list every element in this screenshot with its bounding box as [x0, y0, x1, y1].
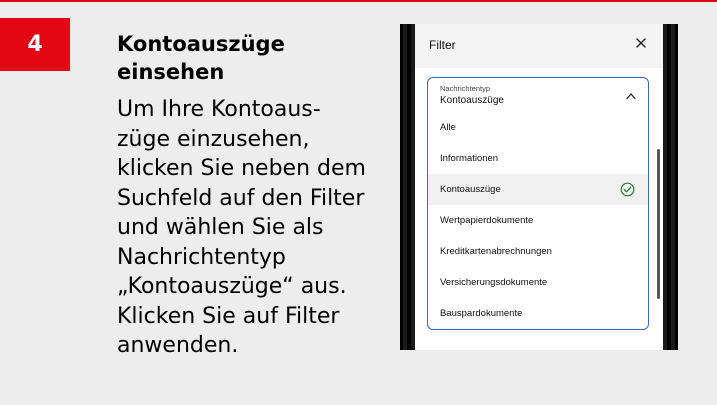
step-number-badge: 4	[0, 18, 70, 71]
step-number: 4	[27, 32, 43, 57]
phone-frame-edge	[675, 24, 678, 350]
check-circle-icon	[620, 182, 635, 197]
filter-title: Filter	[429, 38, 456, 52]
option-wertpapierdokumente[interactable]: Wertpapierdokumente	[428, 205, 648, 236]
option-informationen[interactable]: Informationen	[428, 143, 648, 174]
close-icon[interactable]	[632, 34, 650, 52]
option-kontoauszuege[interactable]: Kontoauszüge	[428, 174, 648, 205]
option-kreditkartenabrechnungen[interactable]: Kreditkartenabrechnungen	[428, 236, 648, 267]
step-description: Um Ihre Kontoaus- züge einzusehen, klick…	[117, 97, 366, 358]
instruction-card: 4 Kontoauszüge einsehen Um Ihre Kontoaus…	[0, 0, 717, 405]
message-type-select[interactable]: Nachrichtentyp Kontoauszüge	[428, 78, 648, 112]
top-divider	[0, 0, 717, 2]
select-label: Nachrichtentyp	[440, 84, 491, 93]
select-value: Kontoauszüge	[440, 95, 504, 106]
phone-frame-edge	[407, 24, 411, 350]
option-bauspardokumente[interactable]: Bauspardokumente	[428, 298, 648, 329]
option-label: Versicherungsdokumente	[440, 277, 548, 288]
dropdown-options: Alle Informationen Kontoauszüge Wertpapi…	[428, 112, 648, 329]
step-heading: Kontoauszüge einsehen	[117, 32, 285, 84]
option-alle[interactable]: Alle	[428, 112, 648, 143]
chevron-up-icon[interactable]	[626, 92, 636, 100]
phone-frame-edge	[400, 24, 403, 350]
filter-header: Filter	[415, 24, 663, 68]
option-label: Kreditkartenabrechnungen	[440, 246, 552, 257]
phone-frame-edge	[667, 24, 671, 350]
scrollbar[interactable]	[657, 149, 660, 299]
option-label: Bauspardokumente	[440, 308, 523, 319]
phone-screen: Filter Nachrichtentyp Kontoauszüge Alle	[415, 24, 663, 350]
option-versicherungsdokumente[interactable]: Versicherungsdokumente	[428, 267, 648, 298]
option-label: Alle	[440, 122, 456, 133]
option-label: Kontoauszüge	[440, 184, 501, 195]
option-label: Wertpapierdokumente	[440, 215, 534, 226]
option-label: Informationen	[440, 153, 499, 164]
message-type-dropdown: Nachrichtentyp Kontoauszüge Alle Informa…	[427, 77, 649, 330]
phone-mockup: Filter Nachrichtentyp Kontoauszüge Alle	[400, 24, 678, 350]
